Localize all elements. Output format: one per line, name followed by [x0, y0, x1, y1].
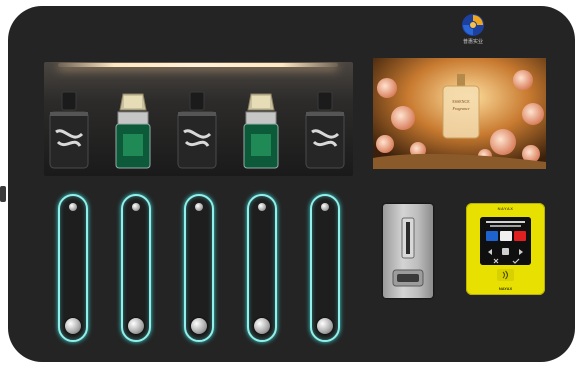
shelf-light — [58, 63, 338, 67]
perfume-bottle-green-icon — [115, 93, 151, 169]
dispense-slot-2[interactable] — [121, 194, 151, 342]
dispense-button[interactable] — [254, 318, 270, 334]
coin-slot-icon — [392, 217, 424, 287]
slot-indicator — [132, 203, 140, 211]
perfume-bottle-dark-icon — [305, 91, 345, 169]
dispense-slot-3[interactable] — [184, 194, 214, 342]
slot-indicator — [321, 203, 329, 211]
ad-label-line2: Fragrance — [452, 106, 470, 111]
dispense-button[interactable] — [317, 318, 333, 334]
dispense-slot-5[interactable] — [310, 194, 340, 342]
slot-indicator — [69, 203, 77, 211]
card-reader-display — [480, 217, 531, 265]
perfume-bottle-green-icon — [243, 93, 279, 169]
slot-indicator — [195, 203, 203, 211]
card-reader-brand: NAYAX — [497, 206, 514, 211]
product-shelf — [44, 62, 353, 176]
side-hinge — [0, 186, 6, 202]
perfume-ad-image — [373, 58, 546, 169]
card-reader-screen[interactable] — [480, 217, 531, 265]
dispense-button[interactable] — [65, 318, 81, 334]
dispense-slot-4[interactable] — [247, 194, 277, 342]
perfume-bottle-dark-icon — [177, 91, 217, 169]
contactless-icon — [497, 269, 514, 281]
card-reader-footer: NAYAX — [498, 286, 513, 291]
slot-indicator — [258, 203, 266, 211]
ad-display[interactable]: ESSENCE Fragrance — [373, 58, 546, 169]
dispense-button[interactable] — [128, 318, 144, 334]
logo-text: 普惠实业 — [462, 39, 483, 45]
perfume-bottle-dark-icon — [49, 91, 89, 169]
dispense-slot-1[interactable] — [58, 194, 88, 342]
dispense-button[interactable] — [191, 318, 207, 334]
ad-label-line1: ESSENCE — [452, 99, 470, 104]
coin-acceptor[interactable] — [383, 204, 433, 298]
card-reader[interactable]: NAYAX NAYAX — [466, 203, 545, 295]
